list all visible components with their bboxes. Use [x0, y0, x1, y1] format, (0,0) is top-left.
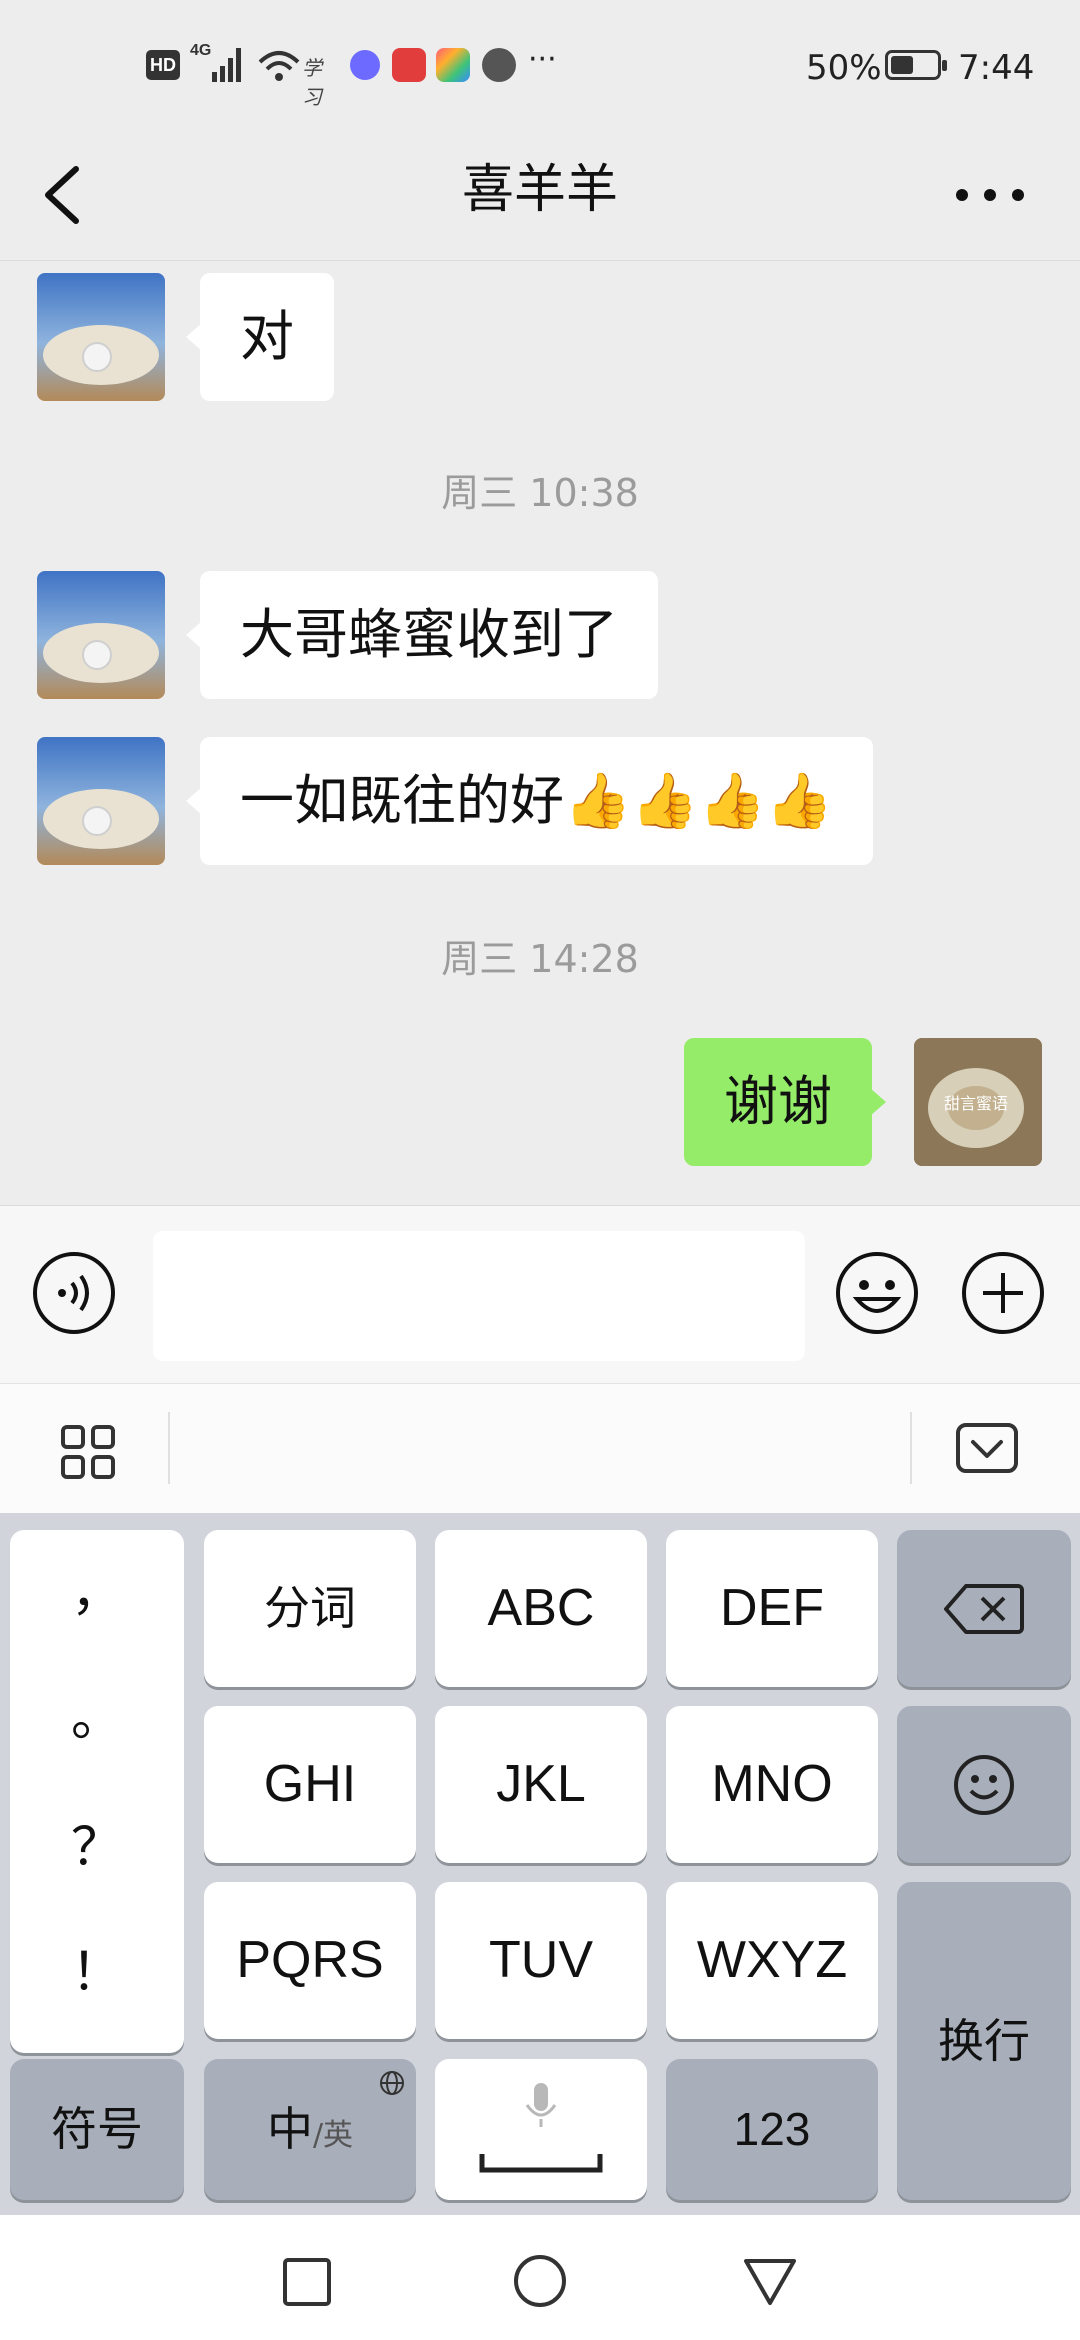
globe-icon [380, 2071, 404, 2095]
collapse-keyboard-button[interactable] [955, 1422, 1019, 1476]
message-bubble-own[interactable]: 谢谢 [684, 1038, 886, 1166]
signal-icon: 4G [190, 42, 246, 84]
emoji-key[interactable] [897, 1706, 1071, 1863]
symbols-key[interactable]: 符号 [10, 2059, 184, 2200]
more-functions-button[interactable] [961, 1251, 1045, 1335]
voice-icon [33, 1252, 115, 1334]
key-def[interactable]: DEF [666, 1530, 878, 1687]
toolbar-divider [910, 1412, 912, 1484]
emoji-button[interactable] [835, 1251, 919, 1335]
punct-question-key[interactable]: ？ [10, 1805, 184, 1880]
punct-comma-key[interactable]: ， [10, 1550, 184, 1625]
timestamp: 周三 14:28 [441, 937, 639, 981]
numbers-key[interactable]: 123 [666, 2059, 878, 2200]
key-mno[interactable]: MNO [666, 1706, 878, 1863]
microphone-icon [525, 2083, 557, 2127]
input-bar [0, 1205, 1080, 1384]
toolbar-divider [168, 1412, 170, 1484]
message-bubble[interactable]: 一如既往的好👍👍👍👍 [186, 737, 873, 865]
message-bubble[interactable]: 对 [186, 273, 334, 401]
contact-avatar[interactable] [37, 273, 165, 401]
chat-header: 喜羊羊 [0, 130, 1080, 261]
message-input[interactable] [153, 1231, 805, 1361]
home-button[interactable] [512, 2253, 568, 2309]
t9-keyboard: ， 。 ？ ！ 分词 ABC DEF GHI JKL MNO PQRS TUV … [0, 1513, 1080, 2215]
status-bar: HD 4G 学习 ··· 50% 7:44 [0, 0, 1080, 130]
battery-percent: 50% [806, 48, 882, 88]
more-notifications-indicator: ··· [528, 42, 557, 77]
keyboard-toolbar [0, 1383, 1080, 1514]
backspace-key[interactable] [897, 1530, 1071, 1687]
timestamp: 周三 10:38 [441, 471, 639, 515]
home-icon [514, 2255, 566, 2307]
key-segment[interactable]: 分词 [204, 1530, 416, 1687]
key-tuv[interactable]: TUV [435, 1882, 647, 2039]
music-app-icon [350, 50, 380, 80]
avatar-caption: 甜言蜜语 [944, 1094, 1009, 1113]
contact-avatar[interactable] [37, 571, 165, 699]
plus-icon [962, 1252, 1044, 1334]
book-app-icon [392, 48, 426, 82]
key-jkl[interactable]: JKL [435, 1706, 647, 1863]
language-switch-key[interactable]: 中/英 [204, 2059, 416, 2200]
keyboard-collapse-icon [956, 1423, 1018, 1473]
my-avatar[interactable]: 甜言蜜语 [914, 1038, 1042, 1166]
punct-period-key[interactable]: 。 [10, 1675, 184, 1750]
palette-app-icon [436, 48, 470, 82]
contact-avatar[interactable] [37, 737, 165, 865]
punct-exclaim-key[interactable]: ！ [10, 1930, 184, 2005]
browser-app-icon [482, 48, 516, 82]
battery-icon [885, 50, 947, 80]
more-options-button[interactable] [950, 155, 1030, 235]
chat-title: 喜羊羊 [461, 160, 618, 220]
smiley-icon [954, 1755, 1014, 1815]
xuexi-icon: 学习 [302, 56, 322, 109]
enter-key[interactable]: 换行 [897, 1882, 1071, 2200]
wifi-icon [258, 51, 300, 81]
recent-apps-icon [283, 2258, 331, 2306]
back-triangle-icon [744, 2259, 796, 2305]
backspace-icon [944, 1584, 1024, 1634]
key-wxyz[interactable]: WXYZ [666, 1882, 878, 2039]
more-dots-icon [956, 189, 1024, 201]
key-pqrs[interactable]: PQRS [204, 1882, 416, 2039]
emoji-icon [836, 1252, 918, 1334]
punctuation-column[interactable]: ， 。 ？ ！ [10, 1530, 184, 2053]
clock: 7:44 [958, 48, 1035, 88]
hd-icon: HD [146, 50, 180, 80]
recent-apps-button[interactable] [280, 2255, 334, 2309]
key-abc[interactable]: ABC [435, 1530, 647, 1687]
keyboard-menu-button[interactable] [60, 1424, 116, 1480]
space-key[interactable] [435, 2059, 647, 2200]
voice-button[interactable] [32, 1251, 116, 1335]
space-bar-icon [479, 2154, 603, 2173]
grid-icon [61, 1425, 115, 1479]
key-ghi[interactable]: GHI [204, 1706, 416, 1863]
back-nav-button[interactable] [742, 2255, 798, 2309]
message-bubble[interactable]: 大哥蜂蜜收到了 [186, 571, 658, 699]
system-nav-bar [0, 2215, 1080, 2340]
